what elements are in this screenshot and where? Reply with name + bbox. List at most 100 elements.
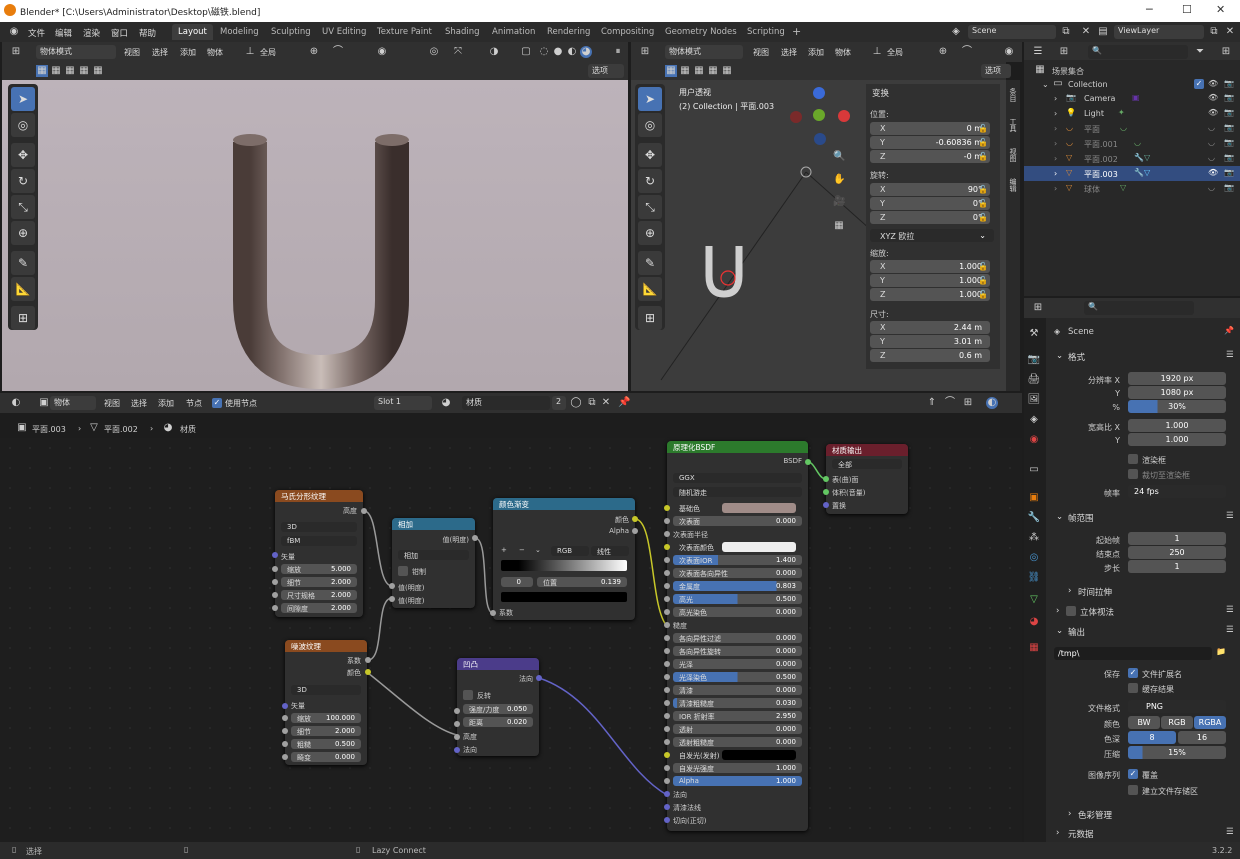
scale-z-field[interactable]: Z 1.000	[870, 288, 990, 301]
vp2-menu-add[interactable]: 添加	[808, 47, 824, 58]
outliner-item-plane[interactable]: › ◡ 平面 ◡ ◡ 📷	[1024, 121, 1240, 136]
scale-field[interactable]: 缩放 100.000	[291, 713, 361, 723]
material-output-node[interactable]: 材质输出 全部 表(曲)面 体积(音量) 置换	[826, 444, 908, 514]
color-depth-16-button[interactable]: 16	[1178, 731, 1226, 744]
new-viewlayer-icon[interactable]: ⧉	[1208, 26, 1220, 38]
output-section-header[interactable]: ⌄ 输出 ☰	[1050, 623, 1240, 639]
socket[interactable]	[664, 583, 670, 589]
new-collection-icon[interactable]: ⊞	[1220, 46, 1232, 58]
vp1-menu-view[interactable]: 视图	[124, 47, 140, 58]
delete-viewlayer-icon[interactable]: ✕	[1224, 26, 1236, 38]
properties-search-input[interactable]: 🔍	[1084, 301, 1194, 315]
socket[interactable]	[664, 518, 670, 524]
select-mode-intersect-icon[interactable]: ▦	[92, 65, 104, 77]
lock-icon[interactable]: 🔓	[978, 262, 988, 271]
outliner-item-camera[interactable]: › 📷 Camera ▣ 👁 📷	[1024, 91, 1240, 106]
breadcrumb-material[interactable]: 材质	[180, 424, 196, 435]
node-title[interactable]: 噪波纹理	[285, 640, 367, 652]
breadcrumb-mesh[interactable]: 平面.002	[104, 424, 138, 435]
material-users-count[interactable]: 2	[552, 396, 566, 410]
color-ramp-node[interactable]: 颜色渐变 颜色 Alpha + − ⌄ RGB 线性 0 位置 0.139 系数	[493, 498, 635, 620]
socket[interactable]	[805, 459, 811, 465]
bsdf-input-field[interactable]: 金属度 0.803	[673, 581, 802, 591]
socket[interactable]	[664, 713, 670, 719]
render-tab-icon[interactable]: 📷	[1026, 352, 1042, 368]
socket[interactable]	[823, 476, 829, 482]
bsdf-input-field[interactable]: 次表面 0.000	[673, 516, 802, 526]
viewlayer-icon[interactable]: ▤	[1097, 26, 1109, 38]
noise-texture-node[interactable]: 噪波纹理 系数 颜色 3D 矢量 缩放 100.000 细节 2.000 粗糙 0.5…	[285, 640, 367, 765]
node-title[interactable]: 材质输出	[826, 444, 908, 456]
bsdf-input-field[interactable]: 透射 0.000	[673, 724, 802, 734]
socket[interactable]	[272, 579, 278, 585]
bsdf-input-field[interactable]: 高光 0.500	[673, 594, 802, 604]
select-mode-new-icon[interactable]: ▦	[665, 65, 677, 77]
physics-tab-icon[interactable]: ◎	[1026, 550, 1042, 566]
orientation-selector[interactable]: 全局	[887, 47, 903, 58]
socket[interactable]	[664, 778, 670, 784]
lacunarity-field[interactable]: 间隙度 2.000	[281, 603, 357, 613]
subsurface-method-select[interactable]: 随机游走	[673, 487, 802, 497]
aspect-x-field[interactable]: 1.000	[1128, 419, 1226, 432]
folder-icon[interactable]: 📁	[1216, 647, 1226, 656]
shading-material-icon[interactable]: ◐	[566, 46, 578, 58]
rotation-x-field[interactable]: X 90°	[870, 183, 990, 196]
bsdf-input-field[interactable]: 各向异性旋转 0.000	[673, 646, 802, 656]
modifier-tab-icon[interactable]: 🔧	[1026, 510, 1042, 526]
material-browse-icon[interactable]: ◕	[440, 397, 452, 409]
frame-range-section-header[interactable]: ⌄ 帧范围 ☰	[1050, 509, 1240, 525]
socket[interactable]	[664, 726, 670, 732]
outliner-item-plane-001[interactable]: › ◡ 平面.001 ◡ ◡ 📷	[1024, 136, 1240, 151]
socket[interactable]	[272, 605, 278, 611]
vp2-menu-view[interactable]: 视图	[753, 47, 769, 58]
menu-file[interactable]: 文件	[28, 27, 45, 39]
color-rgb-button[interactable]: RGB	[1161, 716, 1193, 729]
bsdf-input-field[interactable]: 次表面IOR 1.400	[673, 555, 802, 565]
rotation-y-field[interactable]: Y 0°	[870, 197, 990, 210]
select-mode-extend-icon[interactable]: ▦	[679, 65, 691, 77]
tab-uv-editing[interactable]: UV Editing	[316, 24, 372, 40]
lock-icon[interactable]: 🔓	[978, 276, 988, 285]
new-scene-icon[interactable]: ⧉	[1060, 26, 1072, 38]
grid-view-icon[interactable]: ▦	[833, 220, 845, 232]
menu-render[interactable]: 渲染	[83, 27, 100, 39]
mode-selector[interactable]: 物体模式	[665, 45, 743, 59]
tab-geometry-nodes[interactable]: Geometry Nodes	[659, 24, 743, 40]
lock-icon[interactable]: 🔓	[978, 152, 988, 161]
particles-tab-icon[interactable]: ⁂	[1026, 530, 1042, 546]
bsdf-input-row[interactable]: 自发光(发射)	[673, 750, 802, 760]
socket[interactable]	[632, 528, 638, 534]
overwrite-checkbox[interactable]: ✓	[1128, 769, 1138, 779]
pause-icon[interactable]: ⏸	[612, 46, 624, 58]
output-path-field[interactable]: /tmp\	[1054, 647, 1212, 660]
socket[interactable]	[664, 557, 670, 563]
bsdf-input-field[interactable]: 高光染色 0.000	[673, 607, 802, 617]
editor-type-icon[interactable]: ⊞	[639, 46, 651, 58]
socket[interactable]	[282, 741, 288, 747]
parent-node-tree-icon[interactable]: ⇑	[926, 397, 938, 409]
frame-start-field[interactable]: 1	[1128, 532, 1226, 545]
detail-field[interactable]: 细节 2.000	[291, 726, 361, 736]
tab-rendering[interactable]: Rendering	[541, 24, 596, 40]
stereoscopy-section-header[interactable]: › 立体视法 ☰	[1050, 603, 1240, 619]
node-title[interactable]: 颜色渐变	[493, 498, 635, 510]
pan-hand-icon[interactable]: ✋	[833, 174, 845, 186]
tab-edit[interactable]: 编辑	[1008, 178, 1018, 192]
socket[interactable]	[664, 817, 670, 823]
metadata-section-header[interactable]: › 元数据 ☰	[1050, 825, 1240, 841]
tab-item[interactable]: 条目	[1008, 88, 1018, 102]
socket[interactable]	[664, 752, 670, 758]
outliner-item-plane-002[interactable]: › ▽ 平面.002 🔧▽ ◡ 📷	[1024, 151, 1240, 166]
scene-icon[interactable]: ◈	[950, 26, 962, 38]
vp1-menu-object[interactable]: 物体	[207, 47, 223, 58]
camera-view-icon[interactable]: 🎥	[833, 196, 845, 208]
bsdf-input-field[interactable]: 光泽 0.000	[673, 659, 802, 669]
pin-icon[interactable]: 📌	[1224, 326, 1234, 335]
bump-node[interactable]: 凹凸 法向 反转 强度/力度 0.050 距离 0.020 高度 法向	[457, 658, 539, 756]
select-mode-invert-icon[interactable]: ▦	[78, 65, 90, 77]
rendered-viewport[interactable]: ➤ ◎ ✥ ↻ ⤡ ⊕ ✎ 📐 ⊞	[2, 80, 628, 391]
roughness-field[interactable]: 粗糙 0.500	[291, 739, 361, 749]
socket[interactable]	[365, 669, 371, 675]
use-nodes-checkbox[interactable]: ✓	[212, 398, 222, 408]
editor-type-icon[interactable]: ◐	[10, 397, 22, 409]
